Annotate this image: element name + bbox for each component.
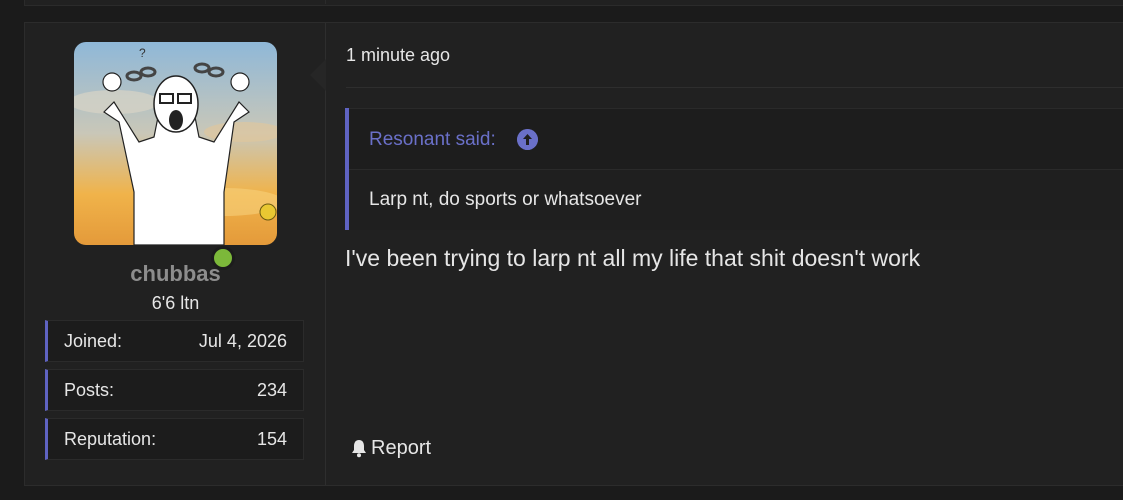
post-user-sidebar: ? chubbas 6'6 ltn Joined: Jul 4, 2026 Po… (25, 23, 326, 485)
stat-reputation: Reputation: 154 (45, 418, 304, 460)
avatar-container[interactable]: ? (74, 42, 277, 270)
post-pointer (310, 59, 326, 91)
stat-label: Reputation: (64, 429, 157, 449)
quote-author-link[interactable]: Resonant said: (369, 129, 496, 151)
arrow-up-circle-icon[interactable] (517, 129, 538, 150)
quote-text: Larp nt, do sports or whatsoever (369, 189, 642, 210)
post-message: I've been trying to larp nt all my life … (345, 245, 921, 271)
stat-posts: Posts: 234 (45, 369, 304, 411)
username[interactable]: chubbas (25, 261, 326, 287)
stat-label: Posts: (64, 380, 115, 400)
report-button[interactable]: Report (350, 435, 431, 461)
quote-block: Resonant said: Larp nt, do sports or wha… (345, 108, 1123, 230)
stat-value: 234 (256, 380, 287, 400)
thread-page: ? chubbas 6'6 ltn Joined: Jul 4, 2026 Po… (0, 0, 1123, 500)
post-timestamp[interactable]: 1 minute ago (346, 45, 450, 66)
stat-value: Jul 4, 2026 (198, 331, 287, 351)
previous-post-edge (24, 0, 1123, 6)
stat-value: 154 (256, 429, 287, 449)
avatar[interactable]: ? (74, 42, 277, 245)
quote-header: Resonant said: (349, 108, 1123, 170)
post: ? chubbas 6'6 ltn Joined: Jul 4, 2026 Po… (24, 22, 1123, 486)
user-title: 6'6 ltn (151, 293, 200, 313)
bell-icon (352, 440, 366, 458)
report-label[interactable]: Report (371, 437, 431, 460)
previous-post-divider (325, 0, 326, 4)
header-divider (346, 87, 1123, 88)
stat-label: Joined: (64, 331, 123, 351)
svg-text:?: ? (139, 46, 146, 60)
stat-joined: Joined: Jul 4, 2026 (45, 320, 304, 362)
